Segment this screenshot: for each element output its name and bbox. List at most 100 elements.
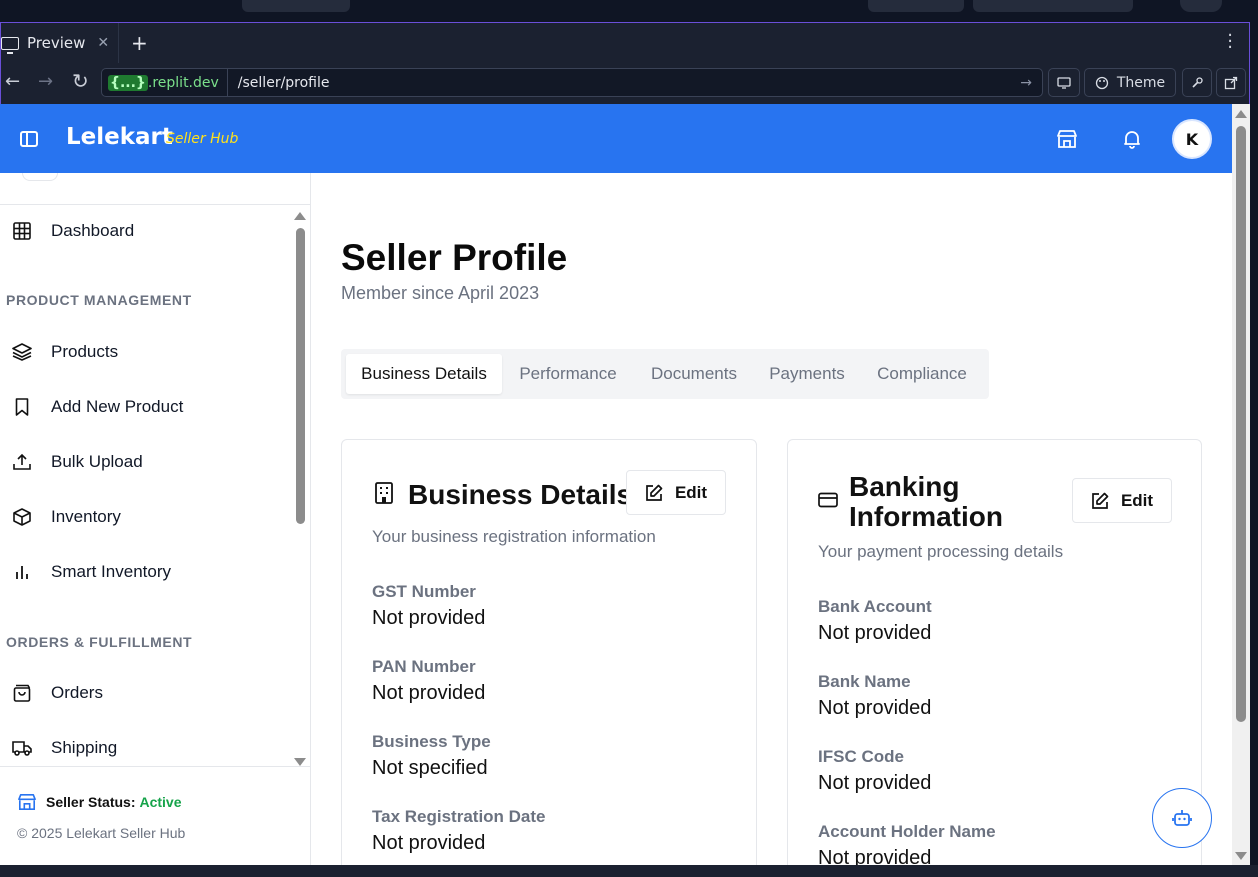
tab-label: Preview (27, 34, 86, 52)
sidebar-item-shipping[interactable]: Shipping (0, 728, 290, 768)
bar-chart-icon (12, 562, 32, 582)
card-description: Your business registration information (372, 527, 656, 546)
url-host-domain: .replit.dev (147, 74, 219, 91)
card-title: Business Details (408, 479, 633, 510)
card-title-line2: Information (849, 501, 1003, 532)
tab-compliance[interactable]: Compliance (860, 354, 984, 394)
top-strip-pill (973, 0, 1133, 12)
edit-business-button[interactable]: Edit (626, 470, 726, 515)
sidebar-item-label: Orders (51, 683, 103, 702)
sidebar-item-smart-inventory[interactable]: Smart Inventory (0, 552, 290, 592)
bell-icon[interactable] (1122, 129, 1142, 149)
credit-card-icon (818, 492, 838, 508)
wrench-icon (1192, 76, 1203, 88)
field-value: Not provided (818, 847, 932, 865)
devices-button[interactable] (1048, 68, 1080, 97)
scroll-up-icon[interactable] (294, 211, 306, 221)
open-external-button[interactable] (1216, 68, 1246, 97)
scroll-down-icon[interactable] (1235, 851, 1247, 861)
edit-label: Edit (1120, 490, 1154, 510)
external-link-icon (1224, 76, 1238, 89)
brand-subtitle: Seller Hub (166, 131, 239, 147)
top-strip-pill (868, 0, 964, 12)
sidebar-item-label: Add New Product (51, 397, 184, 416)
store-icon[interactable] (1056, 129, 1078, 149)
bot-icon (1172, 810, 1192, 826)
store-icon (18, 793, 36, 811)
field-label: Bank Account (818, 597, 932, 616)
new-tab-button[interactable]: + (131, 31, 148, 55)
page-scroll-thumb[interactable] (1236, 126, 1246, 722)
card-description: Your payment processing details (818, 542, 1064, 561)
app-header: Lelekart Seller Hub K (0, 104, 1232, 173)
tab-performance[interactable]: Performance (504, 354, 632, 394)
sidebar-section-product-management: PRODUCT MANAGEMENT (6, 292, 192, 308)
field-value: Not provided (818, 772, 932, 794)
more-vert-icon[interactable]: · · · (1227, 27, 1233, 57)
field-value: Not specified (372, 757, 488, 779)
field-value: Not provided (818, 697, 932, 719)
layers-icon (12, 342, 32, 362)
edit-banking-button[interactable]: Edit (1072, 478, 1172, 523)
sidebar: Dashboard PRODUCT MANAGEMENT Products Ad… (0, 173, 311, 865)
sidebar-item-inventory[interactable]: Inventory (0, 497, 290, 537)
palette-icon (1095, 76, 1108, 89)
theme-label: Theme (1116, 74, 1166, 91)
page-scrollbar[interactable] (1232, 104, 1250, 865)
window-bottom-edge (0, 865, 1258, 877)
field-value: Not provided (818, 622, 932, 644)
sidebar-toggle-icon[interactable] (20, 131, 38, 147)
monitor-icon (1, 36, 19, 54)
brand-logo[interactable]: Lelekart (66, 124, 173, 150)
devtools-button[interactable] (1182, 68, 1212, 97)
address-row: ← → ↻ {...} .replit.dev /seller/profile … (1, 67, 1249, 97)
theme-button[interactable]: Theme (1084, 68, 1176, 97)
tab-payments[interactable]: Payments (754, 354, 860, 394)
box-icon (12, 507, 32, 527)
card-title-line1: Banking (849, 471, 960, 502)
edit-icon (1092, 492, 1109, 509)
monitor-icon (1057, 76, 1071, 89)
sidebar-item-add-new-product[interactable]: Add New Product (0, 387, 290, 427)
edit-icon (646, 484, 663, 501)
upload-icon (12, 452, 32, 472)
sidebar-scroll-thumb[interactable] (296, 228, 305, 524)
avatar[interactable]: K (1172, 119, 1212, 159)
sidebar-item-dashboard[interactable]: Dashboard (0, 211, 290, 251)
page-subtitle: Member since April 2023 (341, 283, 540, 303)
forward-icon[interactable]: → (38, 71, 53, 92)
edit-label: Edit (674, 482, 708, 502)
chat-assistant-button[interactable] (1152, 788, 1212, 848)
browser-chrome: Preview ✕ + · · · ← → ↻ {...} .replit.dev … (0, 22, 1250, 104)
top-strip-tab (242, 0, 350, 12)
scroll-up-icon[interactable] (1235, 109, 1247, 119)
page-viewport: Lelekart Seller Hub K Dashboard PRODUCT … (0, 104, 1250, 865)
sidebar-item-products[interactable]: Products (0, 332, 290, 372)
building-icon (375, 482, 393, 504)
field-label: Tax Registration Date (372, 807, 546, 826)
tab-documents[interactable]: Documents (634, 354, 754, 394)
tab-preview[interactable]: Preview ✕ (1, 23, 119, 63)
seller-status-label: Seller Status: (46, 794, 136, 810)
business-details-card: Business Details Edit Your business regi… (341, 439, 757, 865)
field-value: Not provided (372, 832, 486, 854)
reload-icon[interactable]: ↻ (72, 69, 89, 93)
url-host-tag: {...} (108, 74, 148, 91)
field-label: PAN Number (372, 657, 476, 676)
field-label: Bank Name (818, 672, 911, 691)
page-title: Seller Profile (341, 237, 568, 278)
banking-info-card: Banking Information Edit Your payment pr… (787, 439, 1202, 865)
field-label: GST Number (372, 582, 476, 601)
os-top-strip (0, 0, 1258, 22)
url-bar[interactable]: {...} .replit.dev /seller/profile → (101, 68, 1043, 97)
grid-icon (12, 221, 32, 241)
seller-status: Seller Status: Active (17, 793, 182, 811)
close-icon[interactable]: ✕ (97, 35, 109, 51)
sidebar-item-label: Dashboard (51, 221, 135, 240)
sidebar-item-bulk-upload[interactable]: Bulk Upload (0, 442, 290, 482)
sidebar-item-orders[interactable]: Orders (0, 673, 290, 713)
arrow-right-icon[interactable]: → (1020, 75, 1032, 91)
tab-business-details[interactable]: Business Details (346, 354, 502, 394)
back-icon[interactable]: ← (5, 71, 20, 92)
sidebar-footer: Seller Status: Active © 2025 Lelekart Se… (0, 766, 310, 865)
